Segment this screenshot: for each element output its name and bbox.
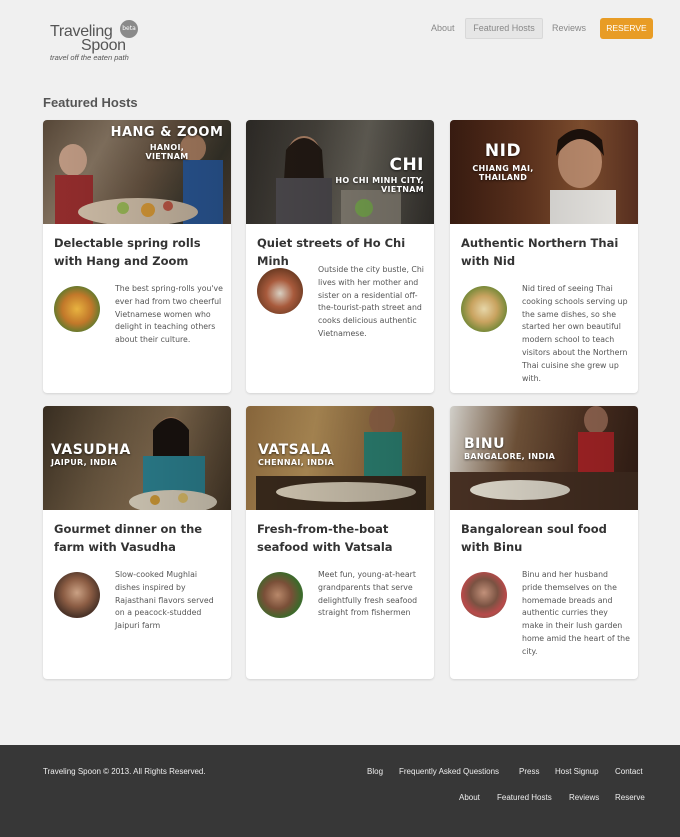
host-avatar [257, 572, 303, 618]
host-card-title[interactable]: Fresh-from-the-boat seafood with Vatsala [257, 520, 427, 556]
host-card-description: Meet fun, young-at-heart grandparents th… [318, 570, 418, 618]
host-card-hang-zoom[interactable]: HANG & ZOOM HANOI, VIETNAM Delectable sp… [43, 120, 231, 393]
host-name-label: VASUDHA [51, 442, 131, 458]
host-card-vasudha[interactable]: VASUDHA JAIPUR, INDIA Gourmet dinner on … [43, 406, 231, 679]
host-location-label: CHIANG MAI, THAILAND [472, 163, 534, 182]
host-photo: BINU BANGALORE, INDIA [450, 406, 638, 510]
host-avatar [461, 572, 507, 618]
nav-reviews-link[interactable]: Reviews [552, 18, 586, 39]
host-card-title[interactable]: Gourmet dinner on the farm with Vasudha [54, 520, 224, 556]
host-card-description: Nid tired of seeing Thai cooking schools… [522, 284, 628, 383]
host-photo: VATSALA CHENNAI, INDIA [246, 406, 434, 510]
host-location-label: CHENNAI, INDIA [258, 458, 335, 468]
footer-link-host-signup[interactable]: Host Signup [555, 767, 599, 776]
host-card-nid[interactable]: NID CHIANG MAI, THAILAND Authentic North… [450, 120, 638, 393]
host-card-title[interactable]: Bangalorean soul food with Binu [461, 520, 631, 556]
host-card-description: Binu and her husband pride themselves on… [522, 570, 630, 656]
footer-link-featured-hosts[interactable]: Featured Hosts [497, 793, 552, 802]
dish-avatar [54, 286, 100, 332]
tagline: travel off the eaten path [50, 53, 129, 62]
host-avatar [54, 572, 100, 618]
dish-avatar [461, 286, 507, 332]
host-photo: NID CHIANG MAI, THAILAND [450, 120, 638, 224]
host-name-label: HANG & ZOOM [110, 125, 224, 140]
host-location-label: JAIPUR, INDIA [51, 458, 118, 468]
host-card-description: Slow-cooked Mughlai dishes inspired by R… [115, 570, 214, 631]
footer-link-reserve[interactable]: Reserve [615, 793, 645, 802]
host-name-label: BINU [464, 436, 505, 452]
nav-about-link[interactable]: About [431, 18, 455, 39]
copyright-text: Traveling Spoon © 2013. All Rights Reser… [43, 767, 206, 776]
footer-link-about[interactable]: About [459, 793, 480, 802]
site-logo[interactable]: Traveling beta Spoon travel off the eate… [50, 20, 150, 66]
footer-link-press[interactable]: Press [519, 767, 539, 776]
host-location-label: BANGALORE, INDIA [464, 452, 556, 462]
host-name-label: VATSALA [258, 442, 332, 458]
footer-link-contact[interactable]: Contact [615, 767, 643, 776]
footer-link-faq[interactable]: Frequently Asked Questions [399, 767, 499, 776]
host-location-label: HO CHI MINH CITY, VIETNAM [335, 175, 424, 194]
host-photo: VASUDHA JAIPUR, INDIA [43, 406, 231, 510]
host-card-description: Outside the city bustle, Chi lives with … [318, 265, 424, 338]
host-card-vatsala[interactable]: VATSALA CHENNAI, INDIA Fresh-from-the-bo… [246, 406, 434, 679]
footer-link-reviews[interactable]: Reviews [569, 793, 599, 802]
host-card-description: The best spring-rolls you've ever had fr… [115, 284, 223, 345]
host-name-label: NID [484, 141, 522, 161]
site-footer: Traveling Spoon © 2013. All Rights Reser… [0, 745, 680, 837]
host-location-label: HANOI, VIETNAM [145, 142, 189, 162]
host-card-title[interactable]: Delectable spring rolls with Hang and Zo… [54, 234, 224, 270]
footer-link-blog[interactable]: Blog [367, 767, 383, 776]
host-name-label: CHI [389, 155, 424, 175]
host-photo: HANG & ZOOM HANOI, VIETNAM [43, 120, 231, 224]
host-photo: CHI HO CHI MINH CITY, VIETNAM [246, 120, 434, 224]
page-title: Featured Hosts [43, 95, 138, 110]
dish-avatar [257, 268, 303, 314]
host-card-title[interactable]: Authentic Northern Thai with Nid [461, 234, 631, 270]
host-card-binu[interactable]: BINU BANGALORE, INDIA Bangalorean soul f… [450, 406, 638, 679]
nav-featured-hosts-link[interactable]: Featured Hosts [465, 18, 543, 39]
reserve-button[interactable]: RESERVE [600, 18, 653, 39]
host-card-chi[interactable]: CHI HO CHI MINH CITY, VIETNAM Quiet stre… [246, 120, 434, 393]
beta-badge: beta [120, 20, 138, 38]
